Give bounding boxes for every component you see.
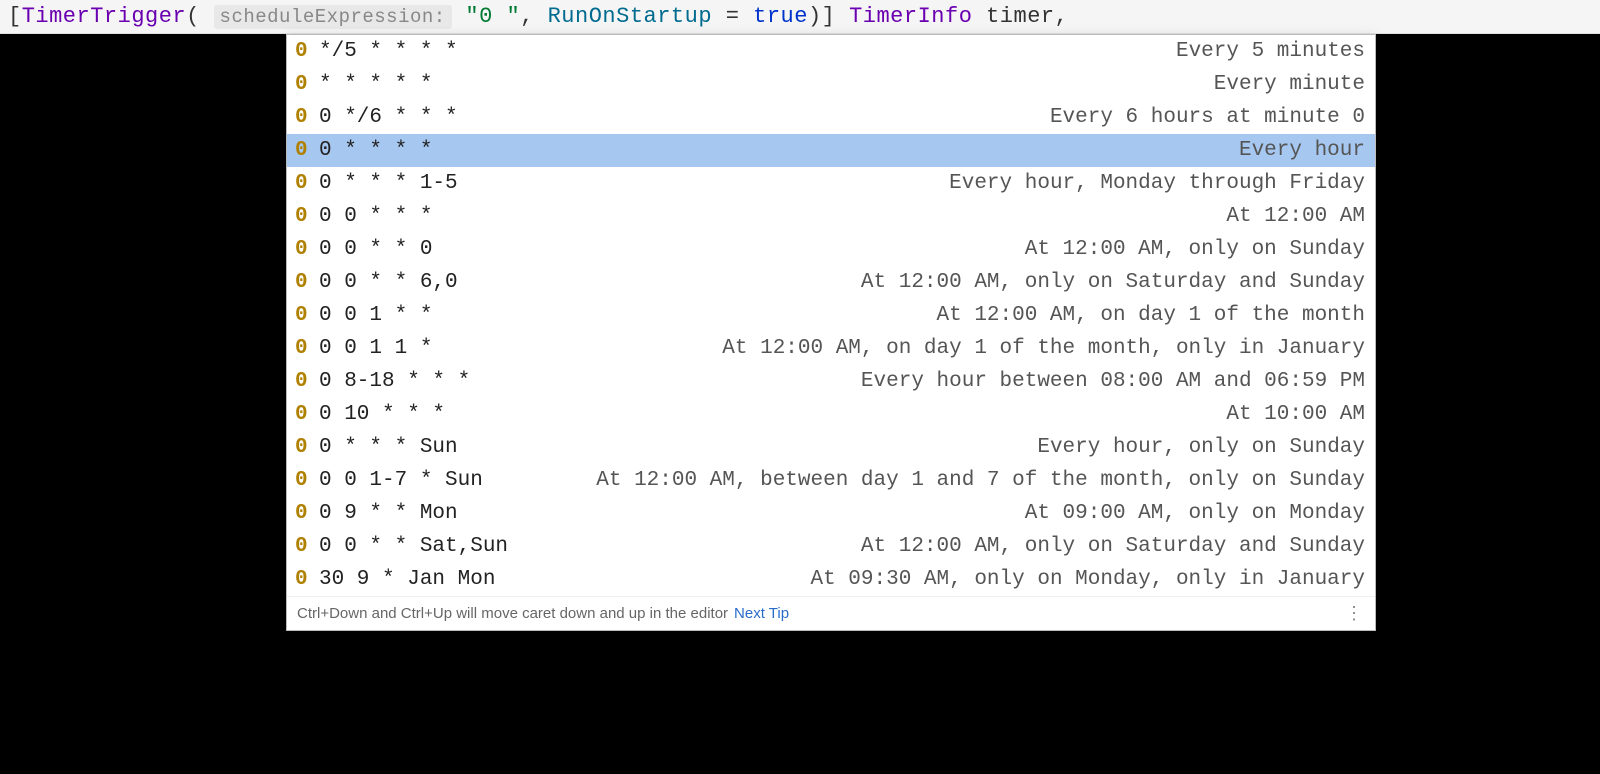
cron-expression: 0 10 * * *	[319, 403, 445, 426]
popup-footer: Ctrl+Down and Ctrl+Up will move caret do…	[287, 596, 1375, 630]
suggestion-marker: 0	[295, 370, 309, 393]
suggestion-item[interactable]: 0 0 8-18 * * *Every hour between 08:00 AM…	[287, 365, 1375, 398]
cron-description: At 12:00 AM, only on Sunday	[432, 238, 1365, 261]
cron-description: Every minute	[432, 73, 1365, 96]
suggestion-marker: 0	[295, 469, 309, 492]
suggestion-marker: 0	[295, 205, 309, 228]
suggestion-item[interactable]: 0 0 0 1 1 *At 12:00 AM, on day 1 of the m…	[287, 332, 1375, 365]
cron-expression: 0 0 * * 0	[319, 238, 432, 261]
cron-description: At 12:00 AM, between day 1 and 7 of the …	[483, 469, 1365, 492]
autocomplete-popup: 0*/5 * * * *Every 5 minutes0* * * * *Eve…	[286, 34, 1376, 631]
cron-description: At 12:00 AM, only on Saturday and Sunday	[458, 271, 1365, 294]
cron-description: At 10:00 AM	[445, 403, 1365, 426]
suggestion-marker: 0	[295, 568, 309, 591]
suggestion-item[interactable]: 0 0 */6 * * *Every 6 hours at minute 0	[287, 101, 1375, 134]
cron-expression: 0 9 * * Mon	[319, 502, 458, 525]
cron-description: Every hour	[432, 139, 1365, 162]
suggestion-marker: 0	[295, 535, 309, 558]
equals-sign: =	[712, 4, 753, 29]
cron-expression: 0 0 * * Sat,Sun	[319, 535, 508, 558]
cron-expression: 0 * * * 1-5	[319, 172, 458, 195]
suggestion-list[interactable]: 0*/5 * * * *Every 5 minutes0* * * * *Eve…	[287, 35, 1375, 596]
cron-description: Every 6 hours at minute 0	[458, 106, 1365, 129]
trailing-comma: ,	[1055, 4, 1069, 29]
cron-expression: 0 0 1 * *	[319, 304, 432, 327]
cron-expression: 0 8-18 * * *	[319, 370, 470, 393]
attribute-type: TimerTrigger	[22, 4, 186, 29]
cron-expression: * * * * *	[319, 73, 432, 96]
suggestion-marker: 0	[295, 436, 309, 459]
suggestion-marker: 0	[295, 73, 309, 96]
suggestion-item[interactable]: 0 0 0 * * 6,0At 12:00 AM, only on Saturda…	[287, 266, 1375, 299]
cron-expression: 0 0 * * *	[319, 205, 432, 228]
suggestion-item[interactable]: 0 0 0 * * 0At 12:00 AM, only on Sunday	[287, 233, 1375, 266]
cron-description: Every 5 minutes	[458, 40, 1365, 63]
suggestion-item[interactable]: 0 0 0 * * Sat,SunAt 12:00 AM, only on Sat…	[287, 530, 1375, 563]
cron-expression: 0 */6 * * *	[319, 106, 458, 129]
cron-description: Every hour, only on Sunday	[458, 436, 1365, 459]
suggestion-marker: 0	[295, 304, 309, 327]
next-tip-link[interactable]: Next Tip	[734, 605, 789, 622]
string-literal: "0 "	[465, 4, 520, 29]
variable-name: timer	[986, 4, 1055, 29]
cron-expression: 0 * * * Sun	[319, 436, 458, 459]
suggestion-item[interactable]: 0 */5 * * * *Every 5 minutes	[287, 35, 1375, 68]
suggestion-marker: 0	[295, 106, 309, 129]
cron-description: At 09:30 AM, only on Monday, only in Jan…	[495, 568, 1365, 591]
cron-description: At 12:00 AM	[432, 205, 1365, 228]
return-type: TimerInfo	[849, 4, 972, 29]
open-paren: (	[186, 4, 200, 29]
cron-description: At 12:00 AM, on day 1 of the month, only…	[432, 337, 1365, 360]
bool-literal: true	[753, 4, 808, 29]
suggestion-item[interactable]: 0 0 10 * * *At 10:00 AM	[287, 398, 1375, 431]
suggestion-marker: 0	[295, 271, 309, 294]
cron-description: Every hour between 08:00 AM and 06:59 PM	[470, 370, 1365, 393]
cron-description: Every hour, Monday through Friday	[458, 172, 1365, 195]
suggestion-marker: 0	[295, 40, 309, 63]
open-bracket: [	[8, 4, 22, 29]
arg-comma: ,	[520, 4, 534, 29]
suggestion-item[interactable]: 0 0 * * * SunEvery hour, only on Sunday	[287, 431, 1375, 464]
suggestion-marker: 0	[295, 502, 309, 525]
suggestion-item[interactable]: 0 * * * * *Every minute	[287, 68, 1375, 101]
footer-tip-text: Ctrl+Down and Ctrl+Up will move caret do…	[297, 605, 728, 622]
parameter-hint: scheduleExpression:	[214, 5, 452, 29]
suggestion-item[interactable]: 0 30 9 * Jan MonAt 09:30 AM, only on Mond…	[287, 563, 1375, 596]
suggestion-item[interactable]: 0 0 * * * 1-5Every hour, Monday through F…	[287, 167, 1375, 200]
cron-description: At 12:00 AM, only on Saturday and Sunday	[508, 535, 1365, 558]
cron-expression: */5 * * * *	[319, 40, 458, 63]
suggestion-item[interactable]: 0 0 0 * * *At 12:00 AM	[287, 200, 1375, 233]
property-name: RunOnStartup	[548, 4, 712, 29]
suggestion-item[interactable]: 0 0 0 1 * *At 12:00 AM, on day 1 of the m…	[287, 299, 1375, 332]
more-options-icon[interactable]: ⋮	[1345, 603, 1365, 624]
suggestion-item[interactable]: 0 0 * * * *Every hour	[287, 134, 1375, 167]
code-editor-line[interactable]: [TimerTrigger( scheduleExpression: "0 ",…	[0, 0, 1600, 34]
cron-description: At 09:00 AM, only on Monday	[458, 502, 1365, 525]
suggestion-marker: 0	[295, 337, 309, 360]
suggestion-item[interactable]: 0 0 9 * * MonAt 09:00 AM, only on Monday	[287, 497, 1375, 530]
suggestion-marker: 0	[295, 139, 309, 162]
cron-expression: 0 * * * *	[319, 139, 432, 162]
cron-expression: 30 9 * Jan Mon	[319, 568, 495, 591]
suggestion-marker: 0	[295, 403, 309, 426]
suggestion-marker: 0	[295, 172, 309, 195]
cron-description: At 12:00 AM, on day 1 of the month	[432, 304, 1365, 327]
suggestion-item[interactable]: 0 0 0 1-7 * SunAt 12:00 AM, between day 1…	[287, 464, 1375, 497]
cron-expression: 0 0 * * 6,0	[319, 271, 458, 294]
suggestion-marker: 0	[295, 238, 309, 261]
close-paren-bracket: )]	[808, 4, 835, 29]
cron-expression: 0 0 1-7 * Sun	[319, 469, 483, 492]
cron-expression: 0 0 1 1 *	[319, 337, 432, 360]
